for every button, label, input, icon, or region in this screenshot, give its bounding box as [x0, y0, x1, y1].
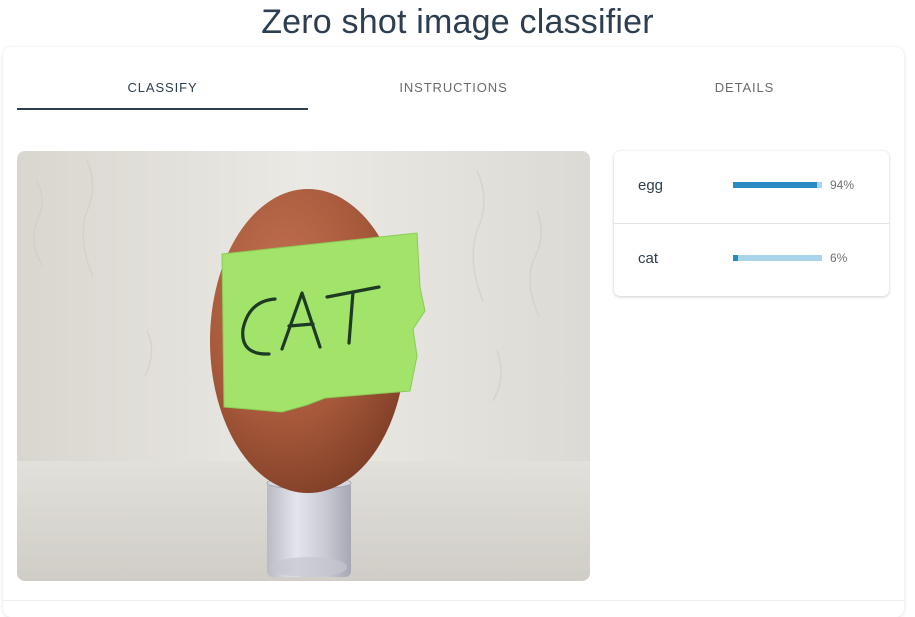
tab-details[interactable]: DETAILS — [599, 64, 890, 110]
confidence-bar — [733, 182, 822, 188]
result-label: egg — [638, 177, 664, 194]
classification-results: egg 94% cat 6% — [614, 151, 889, 296]
divider — [3, 600, 904, 601]
uploaded-image — [17, 151, 590, 581]
page-title: Zero shot image classifier — [261, 3, 654, 41]
result-row: cat 6% — [614, 223, 889, 295]
tab-instructions[interactable]: INSTRUCTIONS — [308, 64, 599, 110]
tab-classify[interactable]: CLASSIFY — [17, 64, 308, 110]
result-percent: 6% — [830, 251, 848, 265]
main-card: CLASSIFY INSTRUCTIONS DETAILS egg 94% ca… — [3, 47, 904, 617]
result-row: egg 94% — [614, 151, 889, 223]
tab-bar: CLASSIFY INSTRUCTIONS DETAILS — [17, 64, 890, 110]
result-percent: 94% — [830, 178, 855, 192]
result-label: cat — [638, 250, 659, 267]
confidence-bar — [733, 255, 822, 261]
confidence-bar-fill — [733, 182, 817, 188]
confidence-bar-fill — [733, 255, 739, 261]
